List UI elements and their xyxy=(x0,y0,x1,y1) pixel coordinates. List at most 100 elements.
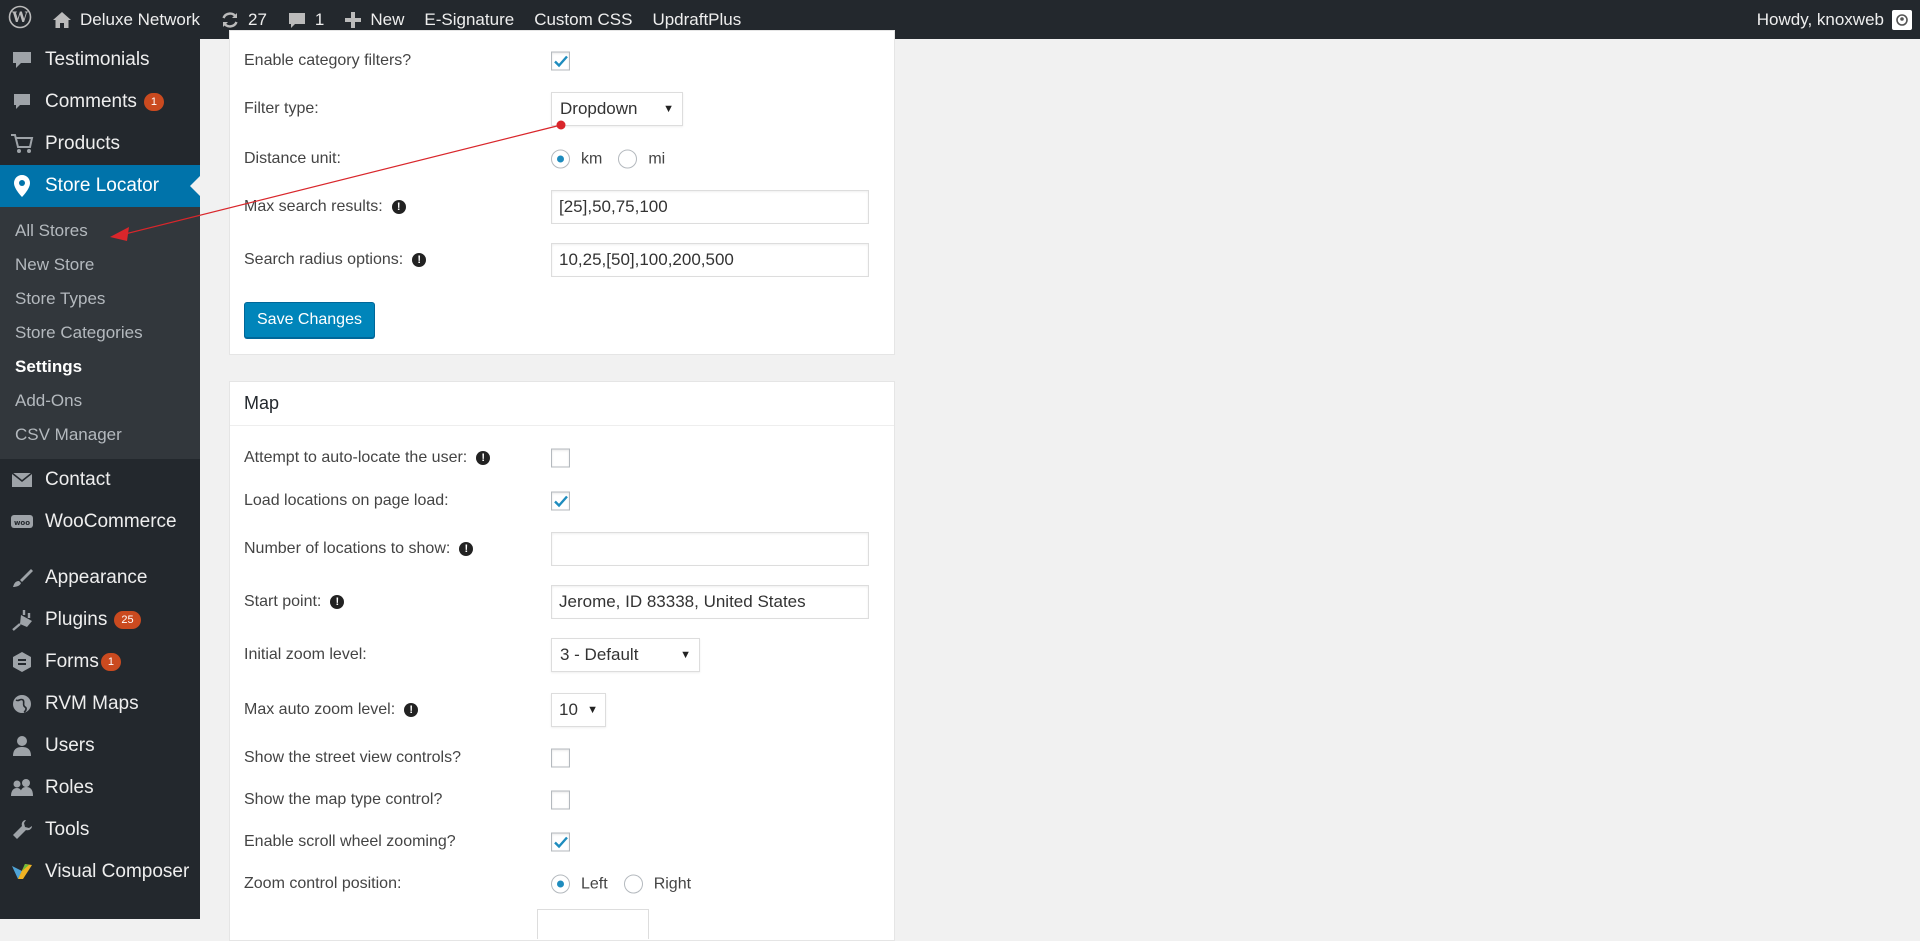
sidebar-item-products[interactable]: Products xyxy=(0,123,200,165)
refresh-icon xyxy=(220,10,240,30)
sidebar-item-label: Store Locator xyxy=(45,175,160,196)
info-icon[interactable]: ! xyxy=(404,703,419,717)
home-icon xyxy=(52,11,72,29)
submenu-store-types[interactable]: Store Types xyxy=(0,282,200,316)
filter-type-select[interactable]: Dropdown ▼ xyxy=(551,92,683,126)
sidebar-item-roles[interactable]: Roles xyxy=(0,767,200,809)
zoom-position-left-radio[interactable] xyxy=(551,874,570,894)
zoom-position-right-radio[interactable] xyxy=(623,874,643,894)
plus-icon xyxy=(344,11,362,29)
distance-unit-mi-radio[interactable] xyxy=(618,149,638,169)
start-point-input[interactable]: Jerome, ID 83338, United States xyxy=(551,585,869,619)
chevron-down-icon: ▼ xyxy=(680,649,691,661)
new-label: New xyxy=(370,9,405,29)
max-search-results-input[interactable]: [25],50,75,100 xyxy=(551,190,869,224)
svg-text:woo: woo xyxy=(14,519,30,527)
category-filters-checkbox[interactable] xyxy=(551,51,570,71)
submenu-new-store[interactable]: New Store xyxy=(0,248,200,282)
search-radius-options-input[interactable]: 10,25,[50],100,200,500 xyxy=(551,243,869,277)
plugins-badge: 25 xyxy=(114,611,141,629)
vc-icon xyxy=(10,860,34,884)
sidebar-item-woocommerce[interactable]: woo WooCommerce xyxy=(0,501,200,543)
wordpress-icon: W xyxy=(8,5,32,34)
auto-locate-checkbox[interactable] xyxy=(551,448,570,468)
speech-bubble-icon xyxy=(10,48,34,72)
brush-icon xyxy=(10,566,34,590)
plug-icon xyxy=(10,608,34,632)
load-on-page-load-checkbox[interactable] xyxy=(551,491,570,511)
setting-label-wrap: Number of locations to show: ! xyxy=(244,540,474,558)
cart-icon xyxy=(10,132,34,156)
num-locations-input[interactable] xyxy=(551,532,869,566)
sidebar-item-plugins[interactable]: Plugins 25 xyxy=(0,599,200,641)
submenu-store-categories[interactable]: Store Categories xyxy=(0,316,200,350)
user-icon xyxy=(10,734,34,758)
scroll-zoom-checkbox[interactable] xyxy=(551,832,570,852)
sidebar-item-label: Comments xyxy=(45,91,137,112)
sidebar-item-contact[interactable]: Contact xyxy=(0,459,200,501)
updates-count: 27 xyxy=(248,9,267,29)
map-settings-panel: Map Attempt to auto-locate the user: ! L… xyxy=(229,381,895,941)
initial-zoom-value: 3 - Default xyxy=(560,645,639,664)
setting-label: Max auto zoom level: xyxy=(244,701,396,718)
my-account-menu[interactable]: Howdy, knoxweb xyxy=(1757,0,1920,39)
sidebar-item-visual-composer[interactable]: Visual Composer xyxy=(0,851,200,893)
store-locator-submenu: All Stores New Store Store Types Store C… xyxy=(0,207,200,459)
submenu-all-stores[interactable]: All Stores xyxy=(0,214,200,248)
max-auto-zoom-select[interactable]: 10 ▼ xyxy=(551,693,606,727)
submenu-csv-manager[interactable]: CSV Manager xyxy=(0,418,200,452)
sidebar-item-comments[interactable]: Comments 1 xyxy=(0,81,200,123)
save-changes-button[interactable]: Save Changes xyxy=(244,302,375,338)
partial-select-cutoff[interactable] xyxy=(537,909,649,939)
sidebar-item-tools[interactable]: Tools xyxy=(0,809,200,851)
submenu-add-ons[interactable]: Add-Ons xyxy=(0,384,200,418)
setting-label: Enable category filters? xyxy=(244,52,412,69)
setting-row-map-type-control: Show the map type control? xyxy=(244,781,884,819)
setting-row-scroll-zoom: Enable scroll wheel zooming? xyxy=(244,823,884,861)
sidebar-item-appearance[interactable]: Appearance xyxy=(0,557,200,599)
setting-row-initial-zoom: Initial zoom level: 3 - Default ▼ xyxy=(244,636,884,674)
setting-row-zoom-position: Zoom control position: Left Right xyxy=(244,865,884,903)
setting-label-wrap: Search radius options: ! xyxy=(244,251,427,269)
sidebar-item-testimonials[interactable]: Testimonials xyxy=(0,39,200,81)
setting-label: Show the map type control? xyxy=(244,791,443,808)
initial-zoom-select[interactable]: 3 - Default ▼ xyxy=(551,638,700,672)
sidebar-item-forms[interactable]: Forms 1 xyxy=(0,641,200,683)
setting-label: Filter type: xyxy=(244,100,319,117)
sidebar-item-label: Appearance xyxy=(45,567,148,588)
info-icon[interactable]: ! xyxy=(330,595,345,609)
forms-badge: 1 xyxy=(100,653,121,671)
radio-label-km: km xyxy=(581,150,603,167)
site-name-menu[interactable]: Deluxe Network xyxy=(42,0,210,39)
setting-label: Attempt to auto-locate the user: xyxy=(244,449,468,466)
map-pin-icon xyxy=(10,174,34,198)
distance-unit-km-radio[interactable] xyxy=(551,149,570,169)
avatar xyxy=(1892,9,1912,30)
radio-label-left: Left xyxy=(581,875,608,892)
sidebar-item-label: Contact xyxy=(45,469,111,490)
info-icon[interactable]: ! xyxy=(476,451,491,465)
sidebar-item-users[interactable]: Users xyxy=(0,725,200,767)
setting-label: Number of locations to show: xyxy=(244,540,451,557)
sidebar-item-label: Testimonials xyxy=(45,49,150,70)
wp-logo-menu[interactable]: W xyxy=(0,0,42,39)
info-icon[interactable]: ! xyxy=(412,253,427,267)
sidebar-item-store-locator[interactable]: Store Locator xyxy=(0,165,200,207)
sidebar-item-rvm-maps[interactable]: RVM Maps xyxy=(0,683,200,725)
svg-text:W: W xyxy=(11,10,28,26)
setting-label: Search radius options: xyxy=(244,251,404,268)
info-icon[interactable]: ! xyxy=(459,542,474,556)
sidebar-item-label: Visual Composer xyxy=(45,861,190,882)
radio-label-mi: mi xyxy=(648,150,666,167)
filter-type-value: Dropdown xyxy=(560,99,638,118)
map-type-control-checkbox[interactable] xyxy=(551,790,570,810)
globe-icon xyxy=(10,692,34,716)
submenu-settings[interactable]: Settings xyxy=(0,350,200,384)
sidebar-item-label: Tools xyxy=(45,819,90,840)
street-view-checkbox[interactable] xyxy=(551,748,570,768)
setting-row-radius-options: Search radius options: ! 10,25,[50],100,… xyxy=(244,241,884,279)
admin-sidebar: Testimonials Comments 1 Products Store L… xyxy=(0,39,200,919)
info-icon[interactable]: ! xyxy=(391,200,406,214)
group-icon xyxy=(10,776,34,800)
menu-separator xyxy=(0,543,200,557)
